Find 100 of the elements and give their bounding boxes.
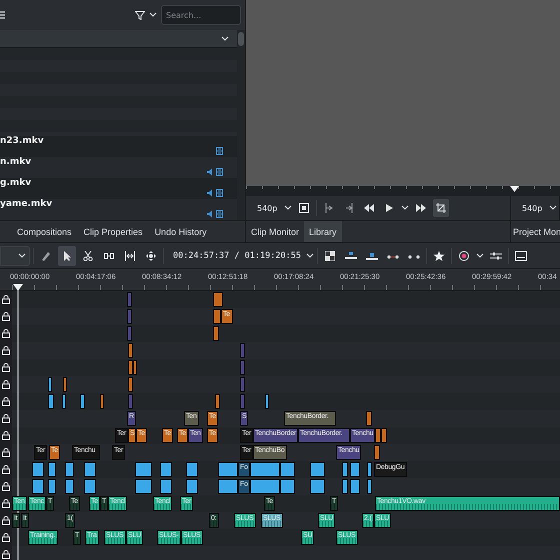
lock-icon[interactable] bbox=[2, 346, 10, 355]
timeline-clip[interactable] bbox=[48, 462, 56, 477]
lock-icon[interactable] bbox=[2, 533, 10, 542]
timeline-clip[interactable] bbox=[48, 479, 56, 494]
chevron-icon[interactable] bbox=[306, 252, 314, 258]
scrollbar-thumb[interactable] bbox=[238, 32, 244, 46]
timeline-clip[interactable] bbox=[127, 326, 132, 341]
star-icon[interactable] bbox=[432, 250, 445, 260]
timeline-clip[interactable] bbox=[342, 479, 348, 494]
timeline-clip[interactable] bbox=[65, 479, 74, 494]
timeline-clip[interactable] bbox=[240, 343, 245, 358]
timeline-clip[interactable] bbox=[310, 462, 325, 477]
lock-icon[interactable] bbox=[2, 516, 10, 525]
timeline-clip[interactable] bbox=[367, 479, 372, 494]
timeline-clip[interactable] bbox=[218, 462, 238, 477]
timeline-clip[interactable] bbox=[240, 394, 245, 409]
clip-name[interactable]: n.mkv bbox=[0, 157, 32, 168]
rewind-icon[interactable] bbox=[364, 203, 374, 213]
settings-icon[interactable] bbox=[490, 250, 502, 260]
timeline-clip[interactable] bbox=[84, 462, 96, 477]
timeline-clip[interactable] bbox=[127, 309, 132, 324]
timeline-clip[interactable] bbox=[215, 394, 220, 409]
timeline-clip[interactable] bbox=[84, 479, 96, 494]
timeline-clip[interactable] bbox=[100, 394, 104, 409]
lock-icon[interactable] bbox=[2, 448, 10, 457]
tab[interactable]: Clip Monitor bbox=[246, 221, 304, 242]
timeline-clip[interactable] bbox=[128, 377, 133, 392]
timeline-clip[interactable] bbox=[63, 377, 67, 392]
lock-icon[interactable] bbox=[2, 380, 10, 389]
timeline-clip[interactable] bbox=[213, 309, 221, 324]
timeline-clip[interactable] bbox=[367, 462, 372, 477]
timeline-clip[interactable] bbox=[186, 479, 198, 494]
timeline-clip[interactable] bbox=[310, 479, 325, 494]
fast-forward-icon[interactable] bbox=[416, 203, 426, 213]
out-point-icon[interactable] bbox=[344, 203, 354, 213]
timeline-clip[interactable] bbox=[128, 394, 133, 409]
lock-icon[interactable] bbox=[2, 295, 10, 304]
chevron-icon[interactable] bbox=[18, 252, 26, 258]
lock-icon[interactable] bbox=[2, 312, 10, 321]
chevron-icon[interactable] bbox=[149, 12, 157, 18]
search-field[interactable]: Search... bbox=[161, 5, 241, 25]
timeline-clip[interactable] bbox=[280, 479, 295, 494]
pencil-icon[interactable] bbox=[41, 250, 51, 260]
insert-icon[interactable] bbox=[344, 250, 357, 260]
lock-icon[interactable] bbox=[2, 329, 10, 338]
lock-icon[interactable] bbox=[2, 363, 10, 372]
tab[interactable]: Clip Properties bbox=[78, 221, 148, 242]
composite-icon[interactable] bbox=[324, 250, 336, 260]
chevron-icon[interactable] bbox=[401, 205, 410, 211]
lock-icon[interactable] bbox=[2, 431, 10, 440]
timeline-clip[interactable] bbox=[218, 479, 238, 494]
tab[interactable]: Compositions bbox=[12, 221, 77, 242]
playhead[interactable] bbox=[13, 284, 23, 560]
timeline-clip[interactable] bbox=[350, 462, 360, 477]
timeline-clip[interactable] bbox=[250, 462, 280, 477]
timeline-clip[interactable] bbox=[186, 462, 198, 477]
timeline-clip[interactable] bbox=[133, 360, 137, 375]
timeline-clip[interactable] bbox=[48, 394, 54, 409]
timeline-clip[interactable] bbox=[128, 360, 133, 375]
timeline-clip[interactable] bbox=[160, 462, 172, 477]
timeline-clip[interactable] bbox=[342, 462, 348, 477]
chevron-icon[interactable] bbox=[476, 252, 484, 258]
clip-name[interactable]: yame.mkv bbox=[0, 199, 52, 210]
timeline-clip[interactable] bbox=[265, 394, 269, 409]
lock-icon[interactable] bbox=[2, 482, 10, 491]
crop-icon[interactable] bbox=[436, 203, 446, 213]
record-icon[interactable] bbox=[458, 250, 470, 260]
play-icon[interactable] bbox=[384, 203, 394, 213]
resolution-selector[interactable]: 540p bbox=[254, 204, 280, 212]
overwrite-icon[interactable] bbox=[366, 250, 378, 260]
timeline-clip[interactable] bbox=[240, 360, 245, 375]
timeline-clip[interactable] bbox=[48, 377, 52, 392]
timeline-clip[interactable] bbox=[375, 428, 381, 443]
in-point-icon[interactable] bbox=[324, 203, 334, 213]
tab[interactable]: Undo History bbox=[150, 221, 212, 242]
timeline-clip[interactable] bbox=[381, 428, 387, 443]
chevron-icon[interactable] bbox=[284, 205, 292, 211]
subtitle-icon[interactable] bbox=[514, 250, 527, 260]
timeline-clip[interactable] bbox=[32, 462, 44, 477]
menu-icon[interactable] bbox=[0, 11, 5, 19]
spacer-icon[interactable] bbox=[104, 250, 114, 260]
lock-icon[interactable] bbox=[2, 550, 10, 559]
lock-icon[interactable] bbox=[2, 499, 10, 508]
timeline-clip[interactable] bbox=[135, 462, 152, 477]
timeline-clip[interactable] bbox=[62, 394, 66, 409]
square-icon[interactable] bbox=[299, 203, 310, 213]
timeline-clip[interactable] bbox=[135, 479, 152, 494]
clip-name[interactable]: g.mkv bbox=[0, 178, 32, 189]
lock-icon[interactable] bbox=[2, 397, 10, 406]
chevron-icon[interactable] bbox=[549, 205, 558, 211]
resolution-selector[interactable]: 540p bbox=[519, 204, 546, 212]
timeline-clip[interactable] bbox=[127, 292, 132, 307]
tab[interactable]: Library bbox=[304, 221, 342, 242]
timeline-clip[interactable] bbox=[350, 479, 360, 494]
timeline-clip[interactable] bbox=[250, 479, 280, 494]
timeline-clip[interactable] bbox=[32, 479, 44, 494]
clip-name[interactable]: n23.mkv bbox=[0, 136, 44, 147]
timeline-clip[interactable] bbox=[213, 326, 219, 341]
pointer-icon[interactable] bbox=[62, 250, 72, 260]
timeline-clip[interactable] bbox=[80, 394, 85, 409]
